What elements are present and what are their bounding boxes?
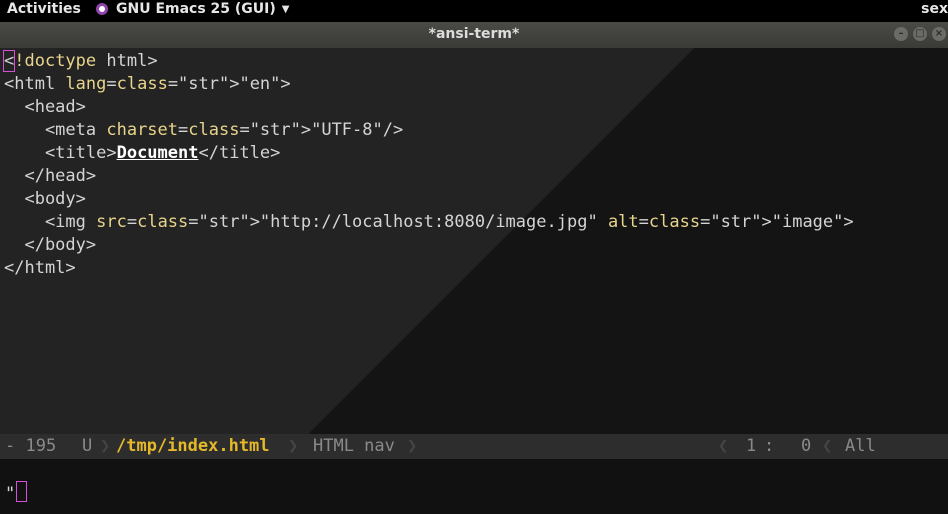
modeline-file[interactable]: /tmp/index.html [116, 434, 270, 459]
minimize-icon[interactable]: – [894, 27, 908, 41]
code-line: <html lang=class="str">"en" [4, 74, 281, 94]
window-title-bar[interactable]: *ansi-term* – □ × [0, 22, 948, 48]
app-menu[interactable]: GNU Emacs 25 (GUI) ▼ [96, 1, 289, 17]
modeline-separator-icon: ❯ [407, 436, 418, 456]
code-line: <title>Document</title> [4, 143, 281, 163]
modeline-separator-icon: ❮ [822, 436, 833, 456]
cursor-icon [16, 481, 28, 502]
top-bar: Activities GNU Emacs 25 (GUI) ▼ sex [0, 0, 948, 22]
minibuffer-text: " [5, 481, 28, 504]
modeline-col: 0 [801, 436, 812, 456]
minibuffer[interactable]: " [0, 459, 948, 514]
close-icon[interactable]: × [932, 27, 946, 41]
code-line: <head> [4, 97, 86, 117]
modeline-colon: : [764, 436, 775, 456]
window-title: *ansi-term* [428, 26, 520, 42]
modeline-separator-icon: ❯ [100, 436, 111, 456]
modeline-line: 1 [746, 436, 757, 456]
maximize-icon[interactable]: □ [913, 27, 927, 41]
modeline-encoding: U [82, 436, 93, 456]
app-name: GNU Emacs 25 (GUI) [116, 1, 276, 17]
mode-line: - 195 U ❯ /tmp/index.html ❯ HTML nav ❯ ❮… [0, 434, 948, 459]
modeline-separator-icon: ❯ [288, 436, 299, 456]
code-line: </html> [4, 258, 76, 278]
code-content: <!doctype html> <html lang=class="str">"… [2, 50, 854, 278]
code-line: <body> [4, 189, 86, 209]
modeline-status: - 195 [5, 436, 57, 456]
modeline-separator-icon: ❮ [718, 436, 729, 456]
code-line: <!doctype html> [2, 50, 158, 72]
modeline-mode[interactable]: HTML nav [313, 434, 395, 459]
code-line: </body> [4, 235, 97, 255]
code-line: </head> [4, 166, 97, 186]
editor-buffer[interactable]: <!doctype html> <html lang=class="str">"… [0, 48, 948, 434]
top-bar-right-text: sex [921, 1, 948, 17]
activities-button[interactable]: Activities [7, 1, 81, 17]
emacs-icon [96, 3, 108, 15]
code-line: <img src=class="str">"http://localhost:8… [4, 212, 598, 232]
code-line: <meta charset=class="str">"UTF-8" [4, 120, 383, 140]
modeline-position: All [845, 436, 876, 456]
dropdown-caret-icon: ▼ [281, 3, 290, 15]
